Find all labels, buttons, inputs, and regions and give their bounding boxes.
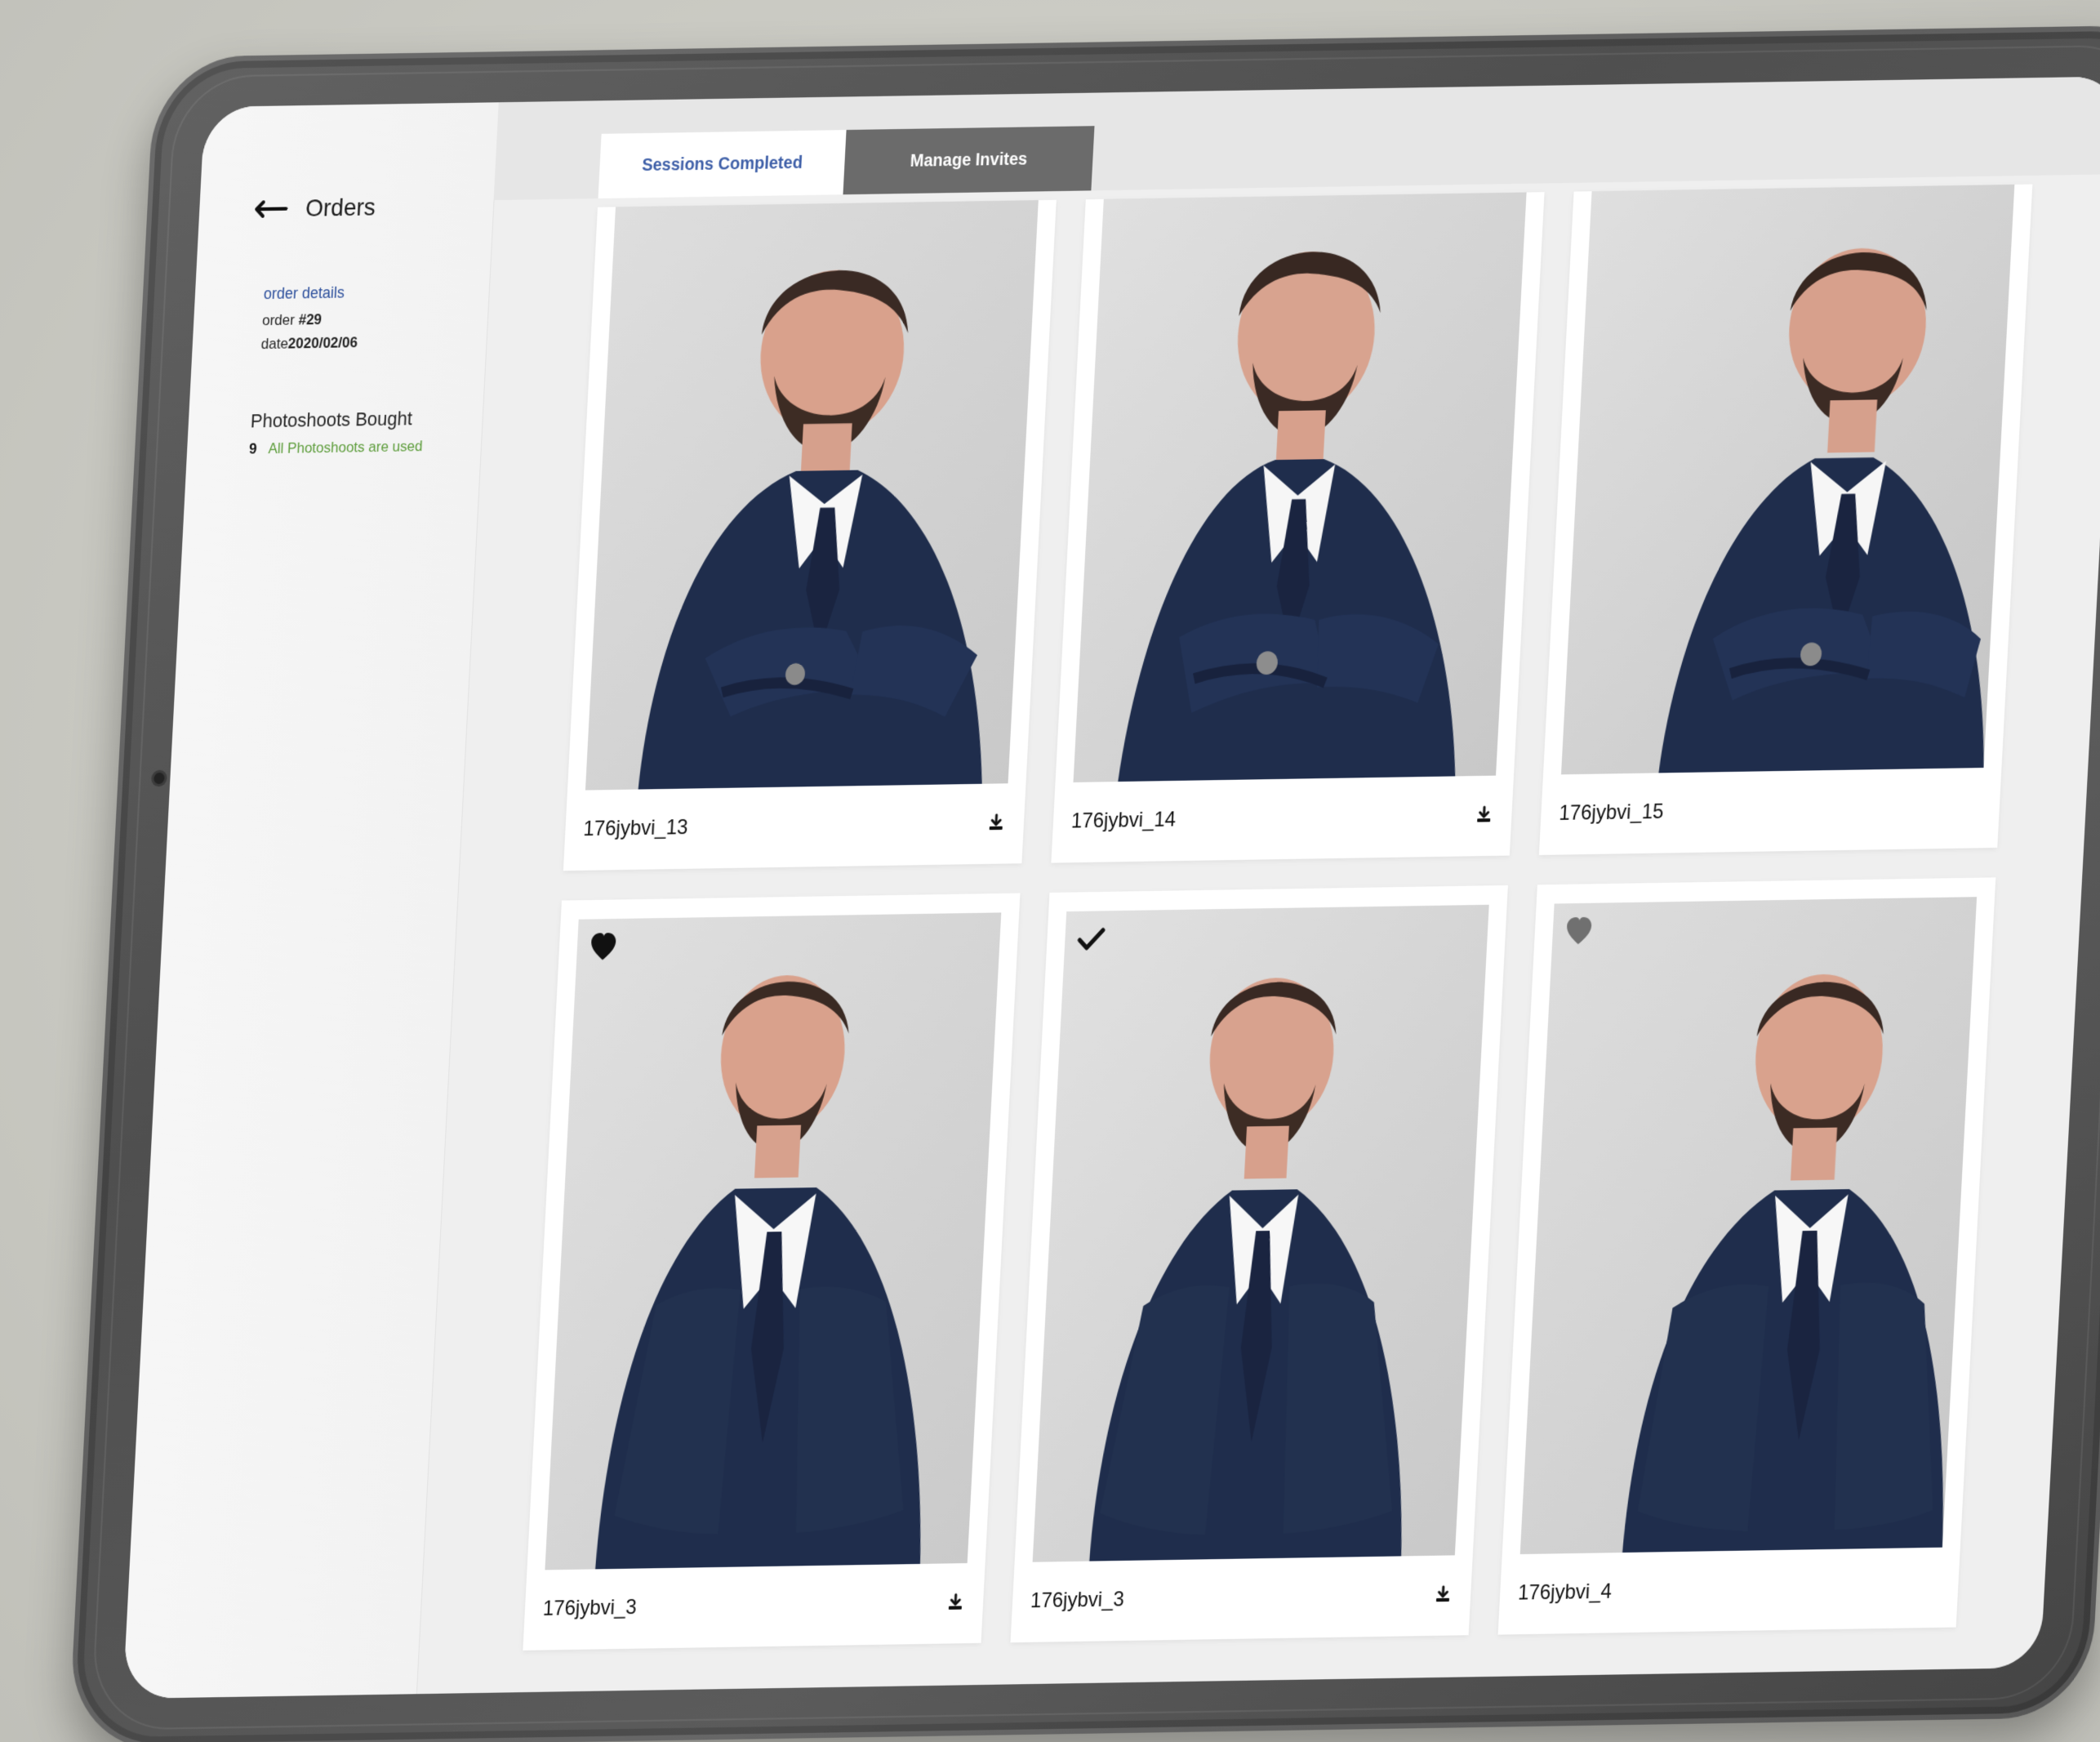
- order-date: 2020/02/06: [287, 334, 358, 352]
- tablet-screen: Orders order details order #29 date2020/…: [122, 76, 2100, 1699]
- photo-frame[interactable]: [585, 200, 1039, 790]
- photo-frame[interactable]: [1033, 905, 1489, 1562]
- download-icon[interactable]: [985, 813, 1006, 834]
- sidebar-header: Orders: [251, 194, 376, 224]
- portrait-photo[interactable]: [1073, 193, 1526, 782]
- heart-icon[interactable]: [1562, 913, 1596, 948]
- download-icon[interactable]: [945, 1592, 966, 1613]
- photo-card[interactable]: 176jybvi_14: [1051, 192, 1544, 862]
- photo-card[interactable]: 176jybvi_13: [563, 200, 1057, 871]
- photoshoots-summary: 9 All Photoshoots are used: [249, 438, 424, 458]
- tab-manage-invites[interactable]: Manage Invites: [843, 126, 1094, 194]
- photo-frame[interactable]: [1561, 185, 2014, 774]
- portrait-photo[interactable]: [585, 200, 1039, 790]
- photo-card[interactable]: 176jybvi_3: [523, 893, 1020, 1651]
- photoshoots-count: 9: [249, 440, 258, 458]
- photoshoots-label: Photoshoots Bought: [250, 408, 413, 433]
- card-footer: 176jybvi_3: [1029, 1569, 1453, 1626]
- photo-gallery: 176jybvi_13 176jybvi_14 176jybvi_15 176j…: [521, 183, 2100, 1692]
- card-footer: 176jybvi_3: [541, 1577, 967, 1634]
- date-label: date: [260, 335, 288, 352]
- download-icon[interactable]: [1474, 804, 1494, 826]
- card-label: 176jybvi_3: [1030, 1588, 1124, 1614]
- order-number-row: order #29: [262, 311, 323, 330]
- main-content: Sessions Completed Manage Invites 176jyb…: [416, 76, 2100, 1694]
- photo-frame[interactable]: [1520, 897, 1977, 1554]
- card-label: 176jybvi_13: [583, 816, 689, 842]
- order-number: #29: [298, 311, 322, 328]
- order-details-link[interactable]: order details: [263, 283, 345, 303]
- photo-card[interactable]: 176jybvi_15: [1539, 185, 2033, 855]
- order-label: order: [262, 312, 296, 329]
- card-footer: 176jybvi_15: [1558, 782, 1983, 839]
- tablet-device: Orders order details order #29 date2020/…: [68, 25, 2100, 1742]
- arrow-left-icon[interactable]: [251, 198, 288, 220]
- card-footer: 176jybvi_13: [582, 797, 1008, 854]
- product-mockup: Orders order details order #29 date2020/…: [0, 0, 2100, 1742]
- portrait-photo[interactable]: [1033, 905, 1489, 1562]
- card-footer: 176jybvi_4: [1517, 1562, 1942, 1619]
- photo-frame[interactable]: [545, 912, 1001, 1570]
- card-label: 176jybvi_14: [1070, 808, 1177, 834]
- card-label: 176jybvi_15: [1559, 800, 1665, 826]
- card-label: 176jybvi_3: [542, 1596, 637, 1622]
- photo-card[interactable]: 176jybvi_4: [1498, 877, 1996, 1634]
- order-date-row: date2020/02/06: [260, 334, 358, 353]
- heart-icon[interactable]: [586, 929, 621, 965]
- photo-frame[interactable]: [1073, 193, 1526, 782]
- photo-card[interactable]: 176jybvi_3: [1010, 885, 1507, 1642]
- portrait-photo[interactable]: [1520, 897, 1977, 1554]
- download-icon[interactable]: [1433, 1584, 1453, 1606]
- card-label: 176jybvi_4: [1517, 1579, 1612, 1606]
- tab-sessions-completed[interactable]: Sessions Completed: [598, 130, 847, 198]
- card-footer: 176jybvi_14: [1070, 790, 1495, 847]
- check-icon[interactable]: [1074, 921, 1108, 956]
- page-title: Orders: [305, 194, 376, 223]
- portrait-photo[interactable]: [1561, 185, 2014, 774]
- portrait-photo[interactable]: [545, 912, 1001, 1570]
- photoshoots-status: All Photoshoots are used: [268, 438, 423, 457]
